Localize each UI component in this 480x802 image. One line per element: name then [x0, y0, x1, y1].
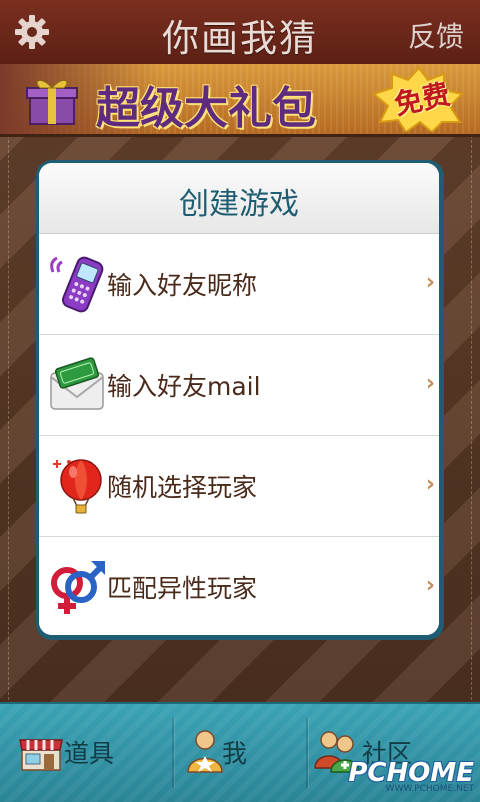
- mobile-phone-icon: [50, 256, 104, 313]
- dialog-header: 创建游戏: [39, 163, 439, 234]
- option-opposite-gender[interactable]: 匹配异性玩家 ›: [39, 537, 439, 635]
- tab-label: 我: [222, 739, 248, 768]
- shop-icon: [19, 739, 63, 771]
- email-envelope-icon: [50, 357, 104, 410]
- gender-symbols-icon: [51, 561, 105, 614]
- tab-props[interactable]: 道具: [0, 704, 158, 802]
- chevron-right-icon: ›: [425, 573, 435, 598]
- option-random-player[interactable]: 随机选择玩家 ›: [39, 436, 439, 537]
- hot-air-balloon-icon: [53, 459, 102, 514]
- chevron-right-icon: ›: [425, 371, 435, 396]
- dialog-title: 创建游戏: [179, 187, 299, 222]
- chevron-right-icon: ›: [425, 270, 435, 295]
- promo-banner[interactable]: 超级大礼包 免费: [0, 64, 480, 137]
- bottom-tab-bar: 道具 我 社区 PCHOME WWW.PCHOME.NET: [0, 702, 480, 802]
- pchome-watermark: PCHOME WWW.PCHOME.NET: [348, 758, 474, 794]
- option-label: 随机选择玩家: [107, 473, 258, 502]
- feedback-button[interactable]: 反馈: [408, 15, 464, 55]
- gift-box-icon: [26, 80, 78, 125]
- chevron-right-icon: ›: [425, 472, 435, 497]
- top-bar: 你画我猜 反馈: [0, 0, 480, 64]
- option-friend-nickname[interactable]: 输入好友昵称 ›: [39, 234, 439, 335]
- option-friend-mail[interactable]: 输入好友mail ›: [39, 335, 439, 436]
- option-label: 匹配异性玩家: [107, 574, 258, 603]
- create-game-dialog: 创建游戏 输入好友昵称 › 输入好友mail › 随机选择玩家 › 匹配异性玩家…: [39, 163, 439, 635]
- tab-label: 道具: [64, 739, 115, 768]
- option-label: 输入好友昵称: [107, 271, 258, 300]
- option-label: 输入好友mail: [107, 372, 261, 401]
- banner-title: 超级大礼包: [96, 83, 316, 134]
